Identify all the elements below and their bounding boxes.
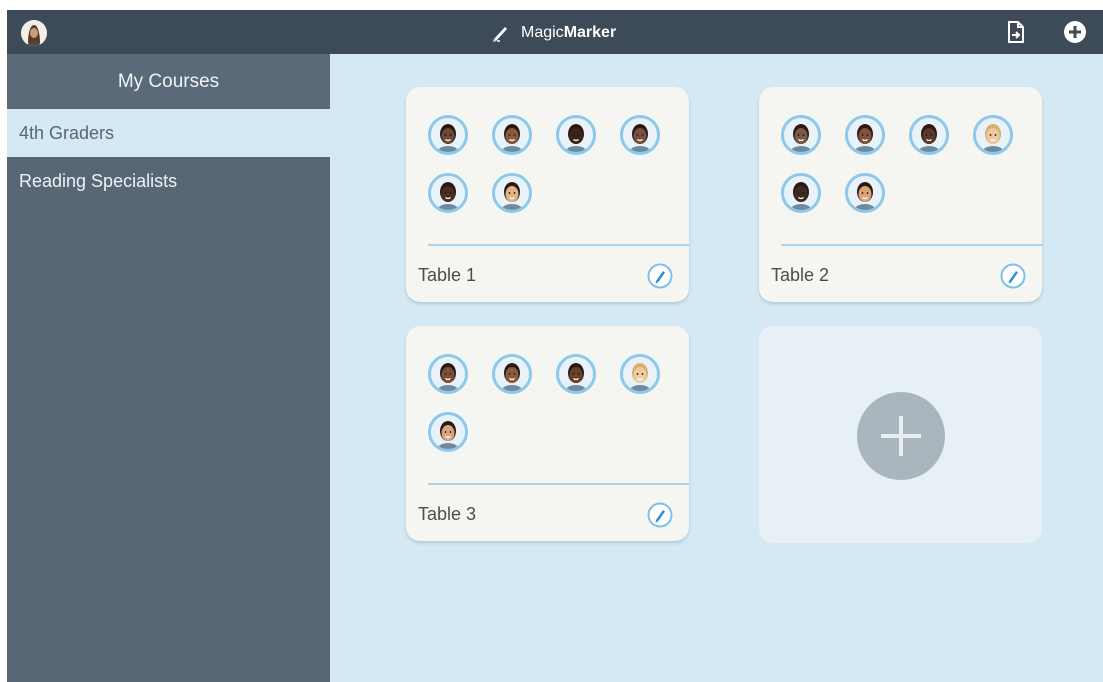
table-card[interactable]: Table 1 [406,87,689,302]
student-avatar[interactable] [556,115,596,155]
student-avatars [781,115,1031,213]
sidebar-header: My Courses [7,54,330,109]
plus-icon[interactable] [857,392,945,480]
student-avatar[interactable] [909,115,949,155]
card-divider [428,483,689,485]
courses-sidebar: My Courses 4th Graders Reading Specialis… [7,54,330,682]
student-avatar[interactable] [845,115,885,155]
student-avatar[interactable] [620,115,660,155]
user-avatar-icon[interactable] [21,20,47,46]
student-avatar[interactable] [428,412,468,452]
table-card[interactable]: Table 2 [759,87,1042,302]
add-table-card [759,326,1042,543]
edit-pencil-icon[interactable] [647,502,673,528]
student-avatar[interactable] [492,115,532,155]
student-avatar[interactable] [556,354,596,394]
sidebar-item-reading-specialists[interactable]: Reading Specialists [7,157,330,205]
app-title: MagicMarker [521,24,617,41]
student-avatar[interactable] [973,115,1013,155]
student-avatars [428,115,678,213]
app-brand: MagicMarker [491,22,616,44]
student-avatar[interactable] [428,115,468,155]
card-divider [428,244,689,246]
table-title: Table 3 [418,504,477,524]
edit-pencil-icon[interactable] [647,263,673,289]
top-bar: MagicMarker [7,10,1103,54]
student-avatar[interactable] [428,173,468,213]
app-window: MagicMarker My Courses 4th Graders Readi… [7,10,1103,682]
student-avatar[interactable] [781,115,821,155]
table-card[interactable]: Table 3 [406,326,689,541]
add-circle-icon[interactable] [1063,20,1087,44]
student-avatars [428,354,678,452]
edit-pencil-icon[interactable] [1000,263,1026,289]
marker-logo-icon [491,23,511,43]
export-document-icon[interactable] [1004,20,1028,44]
sidebar-item-4th-graders[interactable]: 4th Graders [7,109,330,157]
student-avatar[interactable] [620,354,660,394]
card-divider [781,244,1042,246]
student-avatar[interactable] [428,354,468,394]
student-avatar[interactable] [492,354,532,394]
table-title: Table 2 [771,265,830,285]
student-avatar[interactable] [845,173,885,213]
student-avatar[interactable] [781,173,821,213]
table-title: Table 1 [418,265,477,285]
student-avatar[interactable] [492,173,532,213]
